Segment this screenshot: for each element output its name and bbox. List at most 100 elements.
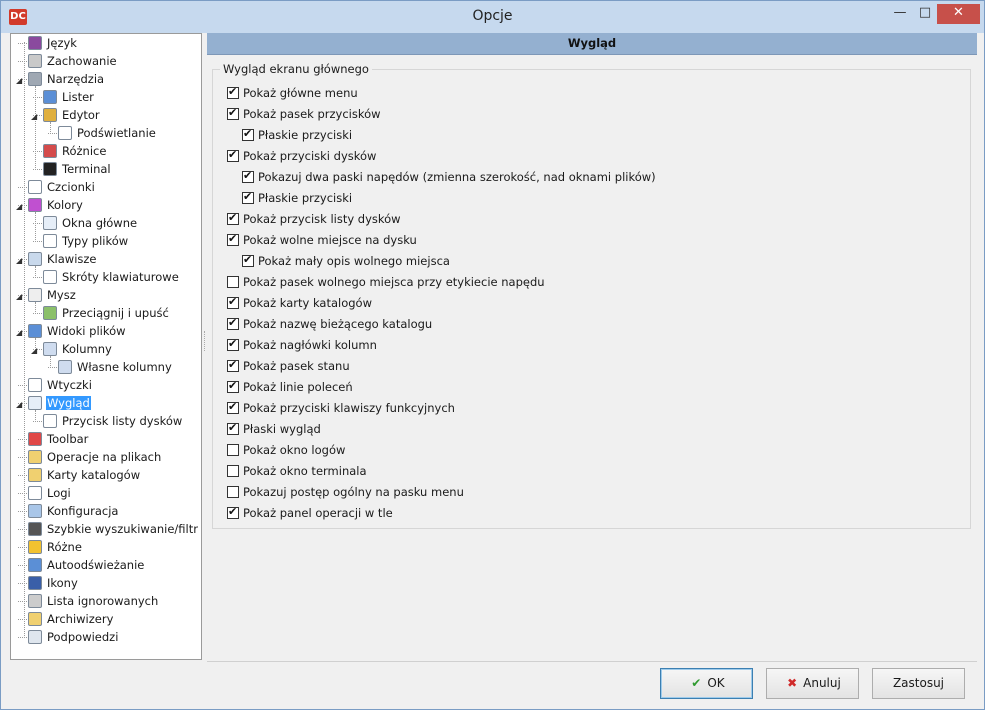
options-tree[interactable]: Język Zachowanie ◢ Narzędzia Lister ◢ Edytor Po… <box>10 33 202 660</box>
checkbox-checked-icon[interactable] <box>227 106 239 120</box>
tree-item[interactable]: Wygląd <box>28 395 91 412</box>
checkbox-checked-icon[interactable] <box>227 379 239 393</box>
tree-item[interactable]: Mysz <box>28 287 77 304</box>
tree-item[interactable]: Szybkie wyszukiwanie/filtr <box>28 521 199 538</box>
tree-item[interactable]: Kolory <box>28 197 84 214</box>
expand-arrow-icon[interactable]: ◢ <box>16 329 23 337</box>
option-checkbox[interactable]: Pokaż mały opis wolnego miejsca <box>242 253 450 269</box>
tree-item[interactable]: Archiwizery <box>28 611 114 628</box>
tree-item[interactable]: Widoki plików <box>28 323 127 340</box>
option-checkbox[interactable]: Pokaż panel operacji w tle <box>227 505 393 521</box>
checkbox-checked-icon[interactable] <box>227 211 239 225</box>
option-checkbox[interactable]: Pokaż pasek stanu <box>227 358 350 374</box>
title-bar[interactable]: DC Opcje — □ ✕ <box>1 1 984 33</box>
expand-arrow-icon[interactable]: ◢ <box>16 293 23 301</box>
option-checkbox[interactable]: Pokaż pasek przycisków <box>227 106 381 122</box>
checkbox-checked-icon[interactable] <box>242 127 254 141</box>
expand-arrow-icon[interactable]: ◢ <box>16 257 23 265</box>
tree-item[interactable]: Narzędzia <box>28 71 105 88</box>
option-checkbox[interactable]: Pokaż przyciski klawiszy funkcyjnych <box>227 400 455 416</box>
option-checkbox[interactable]: Pokaż okno terminala <box>227 463 367 479</box>
option-checkbox[interactable]: Płaskie przyciski <box>242 190 352 206</box>
checkbox-checked-icon[interactable] <box>227 316 239 330</box>
checkbox-checked-icon[interactable] <box>227 400 239 414</box>
option-checkbox[interactable]: Pokaż karty katalogów <box>227 295 372 311</box>
close-button[interactable]: ✕ <box>937 4 980 24</box>
tree-item[interactable]: Kolumny <box>43 341 113 358</box>
checkbox-checked-icon[interactable] <box>227 505 239 519</box>
option-checkbox[interactable]: Pokazuj dwa paski napędów (zmienna szero… <box>242 169 656 185</box>
option-checkbox[interactable]: Pokazuj postęp ogólny na pasku menu <box>227 484 464 500</box>
tree-item[interactable]: Karty katalogów <box>28 467 141 484</box>
tree-item[interactable]: Czcionki <box>28 179 96 196</box>
checkbox-checked-icon[interactable] <box>227 85 239 99</box>
checkbox-checked-icon[interactable] <box>227 148 239 162</box>
option-checkbox[interactable]: Pokaż nazwę bieżącego katalogu <box>227 316 432 332</box>
tree-item[interactable]: Toolbar <box>28 431 89 448</box>
checkbox-checked-icon[interactable] <box>227 337 239 351</box>
maximize-button[interactable]: □ <box>912 4 938 24</box>
tree-item[interactable]: Podświetlanie <box>58 125 157 142</box>
tree-item[interactable]: Własne kolumny <box>58 359 173 376</box>
tree-item[interactable]: Zachowanie <box>28 53 118 70</box>
tree-item[interactable]: Przycisk listy dysków <box>43 413 183 430</box>
checkbox-checked-icon[interactable] <box>227 232 239 246</box>
tree-connector <box>48 133 57 134</box>
checkbox-unchecked-icon[interactable] <box>227 465 239 477</box>
expand-arrow-icon[interactable]: ◢ <box>31 347 38 355</box>
expand-arrow-icon[interactable]: ◢ <box>16 77 23 85</box>
option-checkbox[interactable]: Pokaż pasek wolnego miejsca przy etykiec… <box>227 274 545 290</box>
option-label: Pokaż panel operacji w tle <box>243 506 393 520</box>
tree-item[interactable]: Różne <box>28 539 83 556</box>
tree-item[interactable]: Wtyczki <box>28 377 93 394</box>
cancel-button[interactable]: ✖ Anuluj <box>766 668 859 699</box>
tree-item-label: Szybkie wyszukiwanie/filtr <box>47 522 198 536</box>
tree-item[interactable]: Edytor <box>43 107 101 124</box>
tree-item[interactable]: Język <box>28 35 78 52</box>
tree-connector <box>33 421 42 422</box>
tree-item[interactable]: Różnice <box>43 143 107 160</box>
minimize-button[interactable]: — <box>887 4 913 24</box>
checkbox-checked-icon[interactable] <box>242 190 254 204</box>
checkbox-unchecked-icon[interactable] <box>227 486 239 498</box>
tree-item[interactable]: Klawisze <box>28 251 98 268</box>
tree-item[interactable]: Skróty klawiaturowe <box>43 269 180 286</box>
ok-button[interactable]: ✔ OK <box>660 668 753 699</box>
tree-item[interactable]: Typy plików <box>43 233 129 250</box>
option-label: Pokaż wolne miejsce na dysku <box>243 233 417 247</box>
tree-item[interactable]: Logi <box>28 485 72 502</box>
expand-arrow-icon[interactable]: ◢ <box>31 113 38 121</box>
option-checkbox[interactable]: Pokaż przyciski dysków <box>227 148 376 164</box>
option-checkbox[interactable]: Płaskie przyciski <box>242 127 352 143</box>
checkbox-unchecked-icon[interactable] <box>227 444 239 456</box>
expand-arrow-icon[interactable]: ◢ <box>16 401 23 409</box>
tree-connector <box>18 475 27 476</box>
tree-item[interactable]: Terminal <box>43 161 112 178</box>
checkbox-unchecked-icon[interactable] <box>227 276 239 288</box>
option-checkbox[interactable]: Pokaż główne menu <box>227 85 358 101</box>
option-checkbox[interactable]: Płaski wygląd <box>227 421 321 437</box>
option-checkbox[interactable]: Pokaż linie poleceń <box>227 379 353 395</box>
tree-item[interactable]: Operacje na plikach <box>28 449 162 466</box>
tree-item[interactable]: Ikony <box>28 575 79 592</box>
tree-item[interactable]: Lista ignorowanych <box>28 593 159 610</box>
file-types-icon <box>43 234 57 248</box>
checkbox-checked-icon[interactable] <box>227 295 239 309</box>
option-checkbox[interactable]: Pokaż okno logów <box>227 442 345 458</box>
apply-button[interactable]: Zastosuj <box>872 668 965 699</box>
splitter-handle[interactable] <box>204 331 207 351</box>
tree-item[interactable]: Okna główne <box>43 215 138 232</box>
tree-item[interactable]: Konfiguracja <box>28 503 119 520</box>
tree-item[interactable]: Lister <box>43 89 95 106</box>
tree-item[interactable]: Przeciągnij i upuść <box>43 305 170 322</box>
option-checkbox[interactable]: Pokaż wolne miejsce na dysku <box>227 232 417 248</box>
expand-arrow-icon[interactable]: ◢ <box>16 203 23 211</box>
option-checkbox[interactable]: Pokaż nagłówki kolumn <box>227 337 377 353</box>
tree-item[interactable]: Podpowiedzi <box>28 629 119 646</box>
checkbox-checked-icon[interactable] <box>227 358 239 372</box>
tree-item[interactable]: Autoodświeżanie <box>28 557 145 574</box>
checkbox-checked-icon[interactable] <box>227 421 239 435</box>
checkbox-checked-icon[interactable] <box>242 253 254 267</box>
checkbox-checked-icon[interactable] <box>242 169 254 183</box>
option-checkbox[interactable]: Pokaż przycisk listy dysków <box>227 211 401 227</box>
